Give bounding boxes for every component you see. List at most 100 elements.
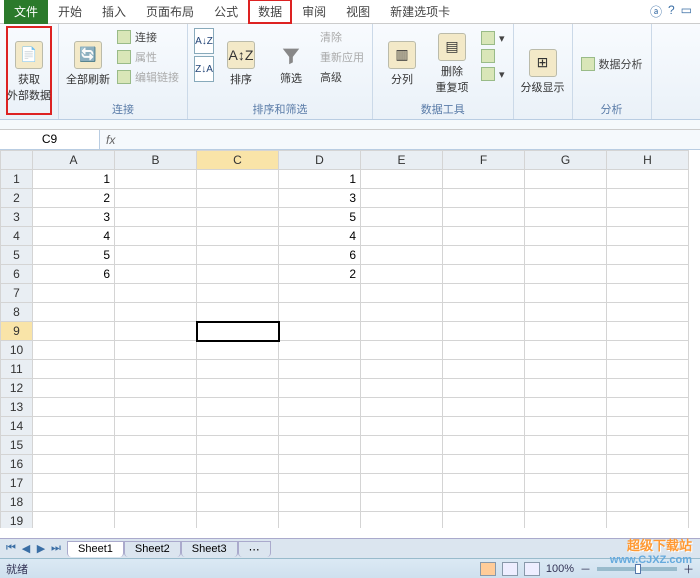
cell-D18[interactable]	[279, 493, 361, 512]
cell-D15[interactable]	[279, 436, 361, 455]
get-external-data-button[interactable]: 📄 获取 外部数据	[6, 26, 52, 115]
cell-H6[interactable]	[607, 265, 689, 284]
cell-A16[interactable]	[33, 455, 115, 474]
cell-C12[interactable]	[197, 379, 279, 398]
view-normal-button[interactable]	[480, 562, 496, 576]
tab-home[interactable]: 开始	[48, 0, 92, 24]
cell-E17[interactable]	[361, 474, 443, 493]
clear-filter-button[interactable]: 清除	[318, 28, 366, 46]
cell-E12[interactable]	[361, 379, 443, 398]
cell-A11[interactable]	[33, 360, 115, 379]
cell-H7[interactable]	[607, 284, 689, 303]
cell-A18[interactable]	[33, 493, 115, 512]
cell-G18[interactable]	[525, 493, 607, 512]
cell-B12[interactable]	[115, 379, 197, 398]
tab-data[interactable]: 数据	[248, 0, 292, 24]
cell-D11[interactable]	[279, 360, 361, 379]
cell-B18[interactable]	[115, 493, 197, 512]
cell-A9[interactable]	[33, 322, 115, 341]
cell-D5[interactable]: 6	[279, 246, 361, 265]
sheet-nav-prev[interactable]: ◀	[19, 542, 33, 555]
cell-D10[interactable]	[279, 341, 361, 360]
col-header-D[interactable]: D	[279, 151, 361, 170]
row-header-17[interactable]: 17	[1, 474, 33, 493]
cell-B2[interactable]	[115, 189, 197, 208]
view-layout-button[interactable]	[502, 562, 518, 576]
cell-C7[interactable]	[197, 284, 279, 303]
cell-C17[interactable]	[197, 474, 279, 493]
cell-A7[interactable]	[33, 284, 115, 303]
select-all-corner[interactable]	[1, 151, 33, 170]
cell-B5[interactable]	[115, 246, 197, 265]
tab-formula[interactable]: 公式	[204, 0, 248, 24]
col-header-C[interactable]: C	[197, 151, 279, 170]
cell-A17[interactable]	[33, 474, 115, 493]
consolidate-button[interactable]	[479, 48, 507, 64]
filter-button[interactable]: 筛选	[268, 26, 314, 99]
cell-G2[interactable]	[525, 189, 607, 208]
sheet-tab-Sheet3[interactable]: Sheet3	[181, 541, 238, 557]
reapply-button[interactable]: 重新应用	[318, 48, 366, 66]
row-header-16[interactable]: 16	[1, 455, 33, 474]
cell-F8[interactable]	[443, 303, 525, 322]
view-pagebreak-button[interactable]	[524, 562, 540, 576]
cell-G8[interactable]	[525, 303, 607, 322]
remove-duplicates-button[interactable]: ▤ 删除 重复项	[429, 26, 475, 99]
cell-E3[interactable]	[361, 208, 443, 227]
sheet-nav-last[interactable]: ⏭	[49, 542, 63, 555]
cell-D16[interactable]	[279, 455, 361, 474]
cell-F15[interactable]	[443, 436, 525, 455]
cell-C6[interactable]	[197, 265, 279, 284]
cell-E10[interactable]	[361, 341, 443, 360]
cell-B15[interactable]	[115, 436, 197, 455]
whatif-button[interactable]: ▾	[479, 66, 507, 82]
row-header-10[interactable]: 10	[1, 341, 33, 360]
row-header-3[interactable]: 3	[1, 208, 33, 227]
row-header-18[interactable]: 18	[1, 493, 33, 512]
cell-F16[interactable]	[443, 455, 525, 474]
zoom-out-button[interactable]: －	[580, 561, 591, 577]
tab-newtab[interactable]: 新建选项卡	[380, 0, 460, 24]
cell-D12[interactable]	[279, 379, 361, 398]
spreadsheet-grid[interactable]: ABCDEFGH11122333544455666278910111213141…	[0, 150, 700, 528]
cell-G7[interactable]	[525, 284, 607, 303]
cell-F12[interactable]	[443, 379, 525, 398]
cell-C14[interactable]	[197, 417, 279, 436]
col-header-H[interactable]: H	[607, 151, 689, 170]
tab-insert[interactable]: 插入	[92, 0, 136, 24]
cell-G16[interactable]	[525, 455, 607, 474]
cell-C15[interactable]	[197, 436, 279, 455]
cell-B17[interactable]	[115, 474, 197, 493]
cell-A12[interactable]	[33, 379, 115, 398]
name-box[interactable]: C9	[0, 130, 100, 149]
cell-G17[interactable]	[525, 474, 607, 493]
properties-button[interactable]: 属性	[115, 48, 181, 66]
cell-E8[interactable]	[361, 303, 443, 322]
cell-B1[interactable]	[115, 170, 197, 189]
cell-H1[interactable]	[607, 170, 689, 189]
help-icon[interactable]: ?	[668, 3, 675, 20]
col-header-G[interactable]: G	[525, 151, 607, 170]
cell-F18[interactable]	[443, 493, 525, 512]
cell-C9[interactable]	[197, 322, 279, 341]
cell-G14[interactable]	[525, 417, 607, 436]
cell-C3[interactable]	[197, 208, 279, 227]
cell-B14[interactable]	[115, 417, 197, 436]
row-header-1[interactable]: 1	[1, 170, 33, 189]
cell-E14[interactable]	[361, 417, 443, 436]
sort-asc-button[interactable]: A↓Z	[194, 28, 214, 54]
tab-file[interactable]: 文件	[4, 0, 48, 24]
cell-D4[interactable]: 4	[279, 227, 361, 246]
cell-H2[interactable]	[607, 189, 689, 208]
col-header-E[interactable]: E	[361, 151, 443, 170]
cell-C5[interactable]	[197, 246, 279, 265]
cell-A13[interactable]	[33, 398, 115, 417]
zoom-slider[interactable]	[597, 567, 677, 571]
cell-A15[interactable]	[33, 436, 115, 455]
cell-B4[interactable]	[115, 227, 197, 246]
cell-G5[interactable]	[525, 246, 607, 265]
cell-G12[interactable]	[525, 379, 607, 398]
cell-D1[interactable]: 1	[279, 170, 361, 189]
cell-F13[interactable]	[443, 398, 525, 417]
col-header-B[interactable]: B	[115, 151, 197, 170]
